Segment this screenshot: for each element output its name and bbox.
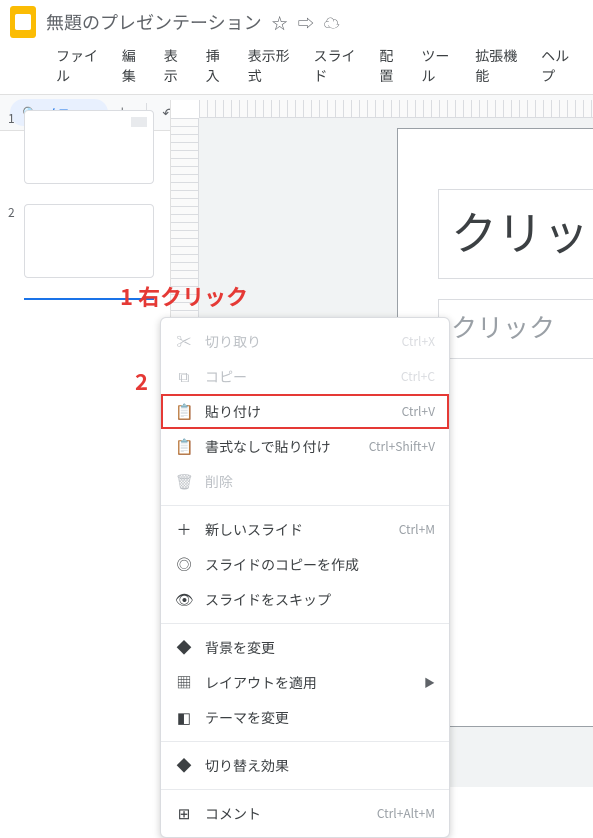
context-menu-label: 貼り付け <box>205 402 390 422</box>
context-menu-item: ⧉ コピー Ctrl+C <box>161 359 449 394</box>
context-menu-label: スライドのコピーを作成 <box>205 555 435 575</box>
menu-arrange[interactable]: 配置 <box>373 44 409 88</box>
menu-insert[interactable]: 挿入 <box>200 44 236 88</box>
context-menu-shortcut: Ctrl+Alt+M <box>377 805 435 822</box>
context-menu-separator <box>161 789 449 790</box>
context-menu-icon: ⊞ <box>175 803 193 824</box>
context-menu-icon: ▦ <box>175 672 193 693</box>
thumbnail-panel: 1 2 <box>0 100 170 787</box>
context-menu-item[interactable]: 📋 貼り付け Ctrl+V <box>161 394 449 429</box>
horizontal-ruler <box>199 100 593 118</box>
context-menu-item[interactable]: 👁 スライドをスキップ <box>161 582 449 617</box>
menu-slide[interactable]: スライド <box>308 44 368 88</box>
context-menu-separator <box>161 623 449 624</box>
context-menu-separator <box>161 505 449 506</box>
document-title[interactable]: 無題のプレゼンテーション <box>46 9 262 35</box>
context-menu-label: コメント <box>205 804 365 824</box>
context-menu-icon: ◎ <box>175 554 193 575</box>
context-menu-icon: ◆ <box>175 637 193 658</box>
menu-help[interactable]: ヘルプ <box>535 44 583 88</box>
menu-extensions[interactable]: 拡張機能 <box>469 44 529 88</box>
context-menu-shortcut: Ctrl+M <box>399 521 435 538</box>
move-folder-icon[interactable]: ⇨ <box>298 10 314 34</box>
context-menu-icon: ＋ <box>175 519 193 540</box>
menu-tools[interactable]: ツール <box>415 44 463 88</box>
context-menu-icon: ◧ <box>175 707 193 728</box>
context-menu-label: スライドをスキップ <box>205 590 435 610</box>
context-menu: ✂ 切り取り Ctrl+X ⧉ コピー Ctrl+C 📋 貼り付け Ctrl+V 📋 書式なしで貼り… <box>160 317 450 838</box>
context-menu-label: レイアウトを適用 <box>205 673 412 693</box>
context-menu-item[interactable]: ◎ スライドのコピーを作成 <box>161 547 449 582</box>
thumbnail-row[interactable]: 2 <box>8 204 162 278</box>
context-menu-icon: 📋 <box>175 401 193 422</box>
context-menu-label: コピー <box>205 367 389 387</box>
context-menu-item[interactable]: ▦ レイアウトを適用 ▶ <box>161 665 449 700</box>
insertion-indicator <box>24 298 154 300</box>
menu-view[interactable]: 表示 <box>158 44 194 88</box>
context-menu-shortcut: Ctrl+X <box>402 333 435 350</box>
slide-thumbnail[interactable] <box>24 110 154 184</box>
context-menu-item[interactable]: ◧ テーマを変更 <box>161 700 449 735</box>
star-icon[interactable]: ☆ <box>272 10 288 34</box>
context-menu-label: 書式なしで貼り付け <box>205 437 357 457</box>
context-menu-label: 削除 <box>205 472 435 492</box>
context-menu-item[interactable]: 📋 書式なしで貼り付け Ctrl+Shift+V <box>161 429 449 464</box>
context-menu-shortcut: Ctrl+Shift+V <box>369 438 435 455</box>
menubar: ファイル 編集 表示 挿入 表示形式 スライド 配置 ツール 拡張機能 ヘルプ <box>10 38 583 94</box>
context-menu-icon: 📋 <box>175 436 193 457</box>
app-header: 無題のプレゼンテーション ☆ ⇨ ☁ ファイル 編集 表示 挿入 表示形式 スラ… <box>0 0 593 94</box>
context-menu-separator <box>161 741 449 742</box>
context-menu-label: テーマを変更 <box>205 708 435 728</box>
context-menu-icon: ✂ <box>175 331 193 352</box>
context-menu-icon: ◆ <box>175 755 193 776</box>
context-menu-label: 切り取り <box>205 332 390 352</box>
subtitle-placeholder[interactable]: クリック <box>438 299 593 359</box>
context-menu-icon: 🗑 <box>175 471 193 492</box>
context-menu-label: 背景を変更 <box>205 638 435 658</box>
thumbnail-number: 2 <box>8 204 18 221</box>
thumbnail-number: 1 <box>8 110 18 127</box>
context-menu-label: 新しいスライド <box>205 520 387 540</box>
menu-format[interactable]: 表示形式 <box>242 44 302 88</box>
context-menu-shortcut: Ctrl+C <box>401 368 435 385</box>
context-menu-item[interactable]: ＋ 新しいスライド Ctrl+M <box>161 512 449 547</box>
thumbnail-row[interactable]: 1 <box>8 110 162 184</box>
slide-number-badge <box>131 117 147 127</box>
context-menu-item: ✂ 切り取り Ctrl+X <box>161 324 449 359</box>
cloud-status-icon: ☁ <box>324 10 340 34</box>
context-menu-item[interactable]: ⊞ コメント Ctrl+Alt+M <box>161 796 449 831</box>
chevron-right-icon: ▶ <box>424 675 435 691</box>
slides-logo-icon[interactable] <box>10 6 36 38</box>
title-placeholder[interactable]: クリッ <box>438 189 593 279</box>
menu-file[interactable]: ファイル <box>50 44 110 88</box>
context-menu-item: 🗑 削除 <box>161 464 449 499</box>
context-menu-icon: ⧉ <box>175 366 193 387</box>
context-menu-label: 切り替え効果 <box>205 756 435 776</box>
context-menu-item[interactable]: ◆ 背景を変更 <box>161 630 449 665</box>
context-menu-item[interactable]: ◆ 切り替え効果 <box>161 748 449 783</box>
context-menu-icon: 👁 <box>175 589 193 610</box>
context-menu-shortcut: Ctrl+V <box>402 403 435 420</box>
menu-edit[interactable]: 編集 <box>116 44 152 88</box>
slide-thumbnail[interactable] <box>24 204 154 278</box>
